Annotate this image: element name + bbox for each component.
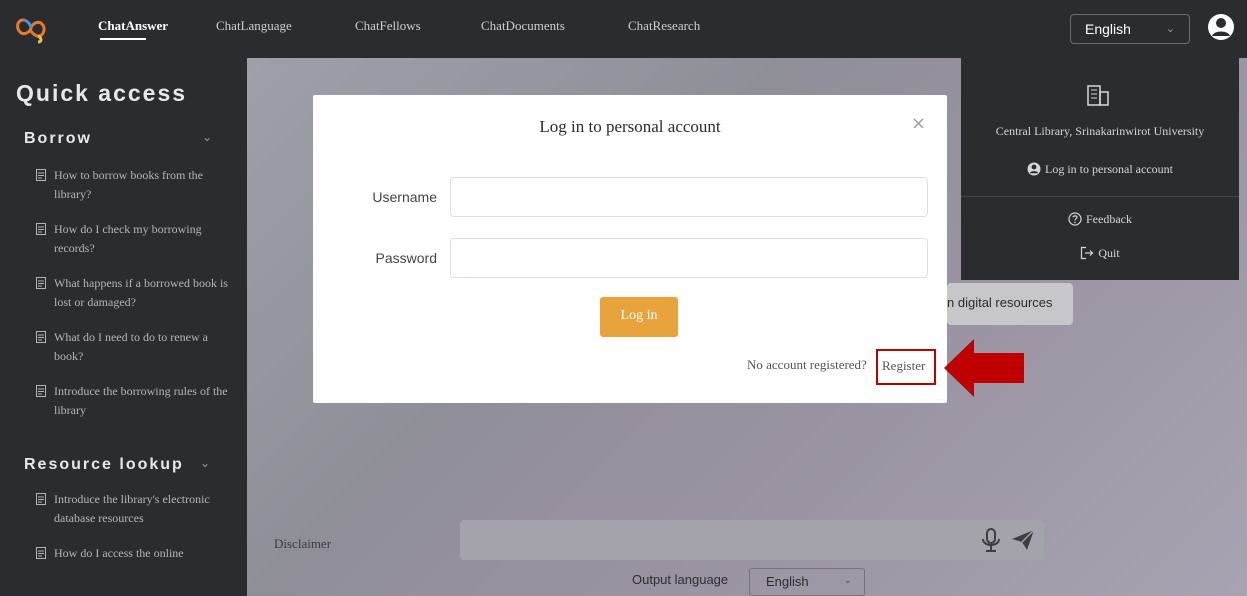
- send-icon[interactable]: [1010, 528, 1036, 552]
- document-icon: [36, 169, 46, 181]
- sidebar-item[interactable]: How do I access the online: [36, 544, 236, 563]
- dropdown-login-label: Log in to personal account: [1045, 162, 1173, 176]
- document-icon: [36, 223, 46, 235]
- sidebar-item-label: What happens if a borrowed book is lost …: [54, 276, 228, 309]
- login-button[interactable]: Log in: [600, 297, 678, 337]
- sidebar-item-label: How do I check my borrowing records?: [54, 222, 202, 255]
- dropdown-feedback-label: Feedback: [1086, 212, 1132, 226]
- sidebar-item-label: Introduce the borrowing rules of the lib…: [54, 384, 228, 417]
- sidebar-item[interactable]: Introduce the borrowing rules of the lib…: [36, 382, 236, 420]
- sidebar-item[interactable]: What do I need to do to renew a book?: [36, 328, 236, 366]
- sidebar-item-label: Introduce the library's electronic datab…: [54, 492, 210, 525]
- nav-active-underline: [100, 38, 146, 40]
- chevron-down-icon[interactable]: ⌄: [202, 130, 212, 145]
- document-icon: [36, 493, 46, 505]
- sidebar-item[interactable]: How to borrow books from the library?: [36, 166, 236, 204]
- password-input[interactable]: [450, 238, 928, 278]
- dropdown-quit-label: Quit: [1098, 246, 1120, 260]
- document-icon: [36, 547, 46, 559]
- chat-input[interactable]: [460, 520, 1044, 560]
- nav-chatanswer[interactable]: ChatAnswer: [98, 18, 168, 34]
- output-language-value: English: [766, 574, 809, 589]
- output-language-label: Output language: [632, 572, 729, 587]
- document-icon: [36, 331, 46, 343]
- quick-access-title: Quick access: [16, 80, 188, 106]
- question-circle-icon: [1068, 212, 1082, 226]
- output-language-select[interactable]: English ⌄: [749, 568, 865, 596]
- username-label: Username: [372, 189, 437, 205]
- document-icon: [36, 385, 46, 397]
- register-link[interactable]: Register: [876, 349, 936, 385]
- library-name: Central Library, Srinakarinwirot Univers…: [995, 124, 1205, 138]
- sidebar-item-label: What do I need to do to renew a book?: [54, 330, 208, 363]
- language-select-value: English: [1085, 21, 1131, 37]
- nav-chatdocuments[interactable]: ChatDocuments: [481, 18, 565, 34]
- no-account-text: No account registered?: [747, 357, 867, 372]
- chevron-down-icon[interactable]: ⌄: [200, 456, 210, 471]
- microphone-icon[interactable]: [980, 527, 1002, 553]
- document-icon: [36, 277, 46, 289]
- user-icon: [1027, 162, 1041, 176]
- nav-chatlanguage[interactable]: ChatLanguage: [216, 18, 292, 34]
- password-label: Password: [375, 250, 437, 266]
- modal-title: Log in to personal account: [539, 117, 721, 136]
- close-icon[interactable]: ×: [911, 113, 926, 134]
- annotation-arrow-icon: [944, 339, 1024, 397]
- dropdown-login-item[interactable]: Log in to personal account: [961, 162, 1239, 177]
- login-modal: Log in to personal account × Username Pa…: [313, 95, 947, 403]
- chevron-down-icon: ⌄: [1165, 23, 1175, 35]
- logout-icon: [1081, 246, 1094, 260]
- nav-chatfellows[interactable]: ChatFellows: [355, 18, 421, 34]
- chevron-down-icon: ⌄: [843, 575, 852, 586]
- section-borrow-title[interactable]: Borrow: [24, 130, 92, 148]
- sidebar-item-label: How do I access the online: [54, 546, 184, 560]
- suggestion-chip[interactable]: n digital resources: [947, 283, 1073, 325]
- app-logo-icon[interactable]: [14, 14, 48, 44]
- nav-chatresearch[interactable]: ChatResearch: [628, 18, 700, 34]
- top-navbar: ChatAnswer ChatLanguage ChatFellows Chat…: [0, 0, 1247, 58]
- sidebar-item-label: How to borrow books from the library?: [54, 168, 203, 201]
- username-input[interactable]: [450, 177, 928, 217]
- account-dropdown: Central Library, Srinakarinwirot Univers…: [961, 58, 1239, 280]
- quick-access-sidebar: Quick access Borrow ⌄ How to borrow book…: [0, 58, 247, 596]
- dropdown-quit-item[interactable]: Quit: [961, 246, 1239, 261]
- user-account-icon[interactable]: [1206, 12, 1236, 42]
- divider: [961, 196, 1239, 197]
- dropdown-feedback-item[interactable]: Feedback: [961, 212, 1239, 227]
- sidebar-item[interactable]: What happens if a borrowed book is lost …: [36, 274, 236, 312]
- language-select[interactable]: English ⌄: [1070, 14, 1190, 44]
- building-icon: [1087, 85, 1109, 106]
- sidebar-item[interactable]: How do I check my borrowing records?: [36, 220, 236, 258]
- disclaimer-link[interactable]: Disclaimer: [274, 536, 331, 552]
- sidebar-item[interactable]: Introduce the library's electronic datab…: [36, 490, 236, 528]
- section-resource-lookup-title[interactable]: Resource lookup: [24, 456, 184, 474]
